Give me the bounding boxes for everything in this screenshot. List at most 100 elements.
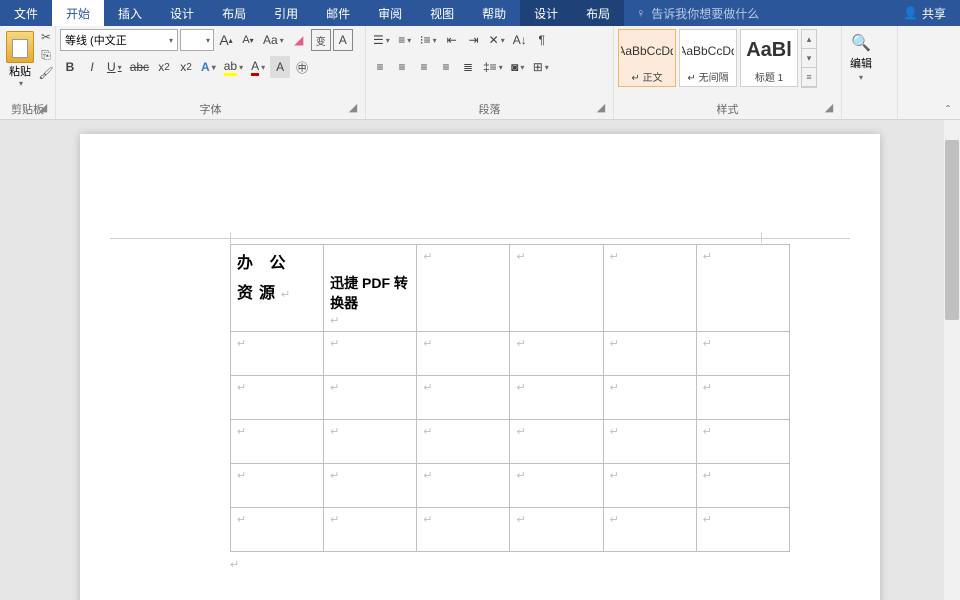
paste-button[interactable]: 粘贴 ▾ <box>4 29 36 90</box>
table-cell[interactable]: ↵ <box>603 245 696 332</box>
collapse-ribbon-button[interactable]: ˆ <box>902 101 956 119</box>
tab-home[interactable]: 开始 <box>52 0 104 26</box>
table-cell[interactable]: ↵ <box>510 464 603 508</box>
table-cell[interactable]: ↵ <box>696 332 789 376</box>
table-cell[interactable]: ↵ <box>417 420 510 464</box>
distributed-button[interactable]: ≣ <box>458 56 478 78</box>
change-case-button[interactable]: Aa▾ <box>260 29 287 51</box>
subscript-button[interactable]: x2 <box>154 56 174 78</box>
tab-design[interactable]: 设计 <box>156 0 208 26</box>
font-color-button[interactable]: A▾ <box>248 56 268 78</box>
table-cell[interactable]: ↵ <box>603 464 696 508</box>
styles-scroll-down[interactable]: ▾ <box>802 49 816 68</box>
table-cell[interactable]: ↵ <box>510 332 603 376</box>
style-normal[interactable]: AaBbCcDd ↵ 正文 <box>618 29 676 87</box>
table-cell[interactable]: ↵ <box>603 376 696 420</box>
table-cell[interactable]: ↵ <box>324 376 417 420</box>
table-cell[interactable]: ↵ <box>231 464 324 508</box>
shading-button[interactable]: ◙▾ <box>508 56 528 78</box>
dialog-launcher-icon[interactable]: ◢ <box>347 101 359 113</box>
tab-table-design[interactable]: 设计 <box>520 0 572 26</box>
decrease-indent-button[interactable]: ⇤ <box>442 29 462 51</box>
multilevel-list-button[interactable]: ⁝≡▾ <box>417 29 440 51</box>
text-effects-button[interactable]: A▾ <box>198 56 219 78</box>
italic-button[interactable]: I <box>82 56 102 78</box>
dialog-launcher-icon[interactable]: ◢ <box>595 101 607 113</box>
table-cell[interactable]: ↵ <box>510 508 603 552</box>
dialog-launcher-icon[interactable]: ◢ <box>37 101 49 113</box>
borders-button[interactable]: ⊞▾ <box>530 56 552 78</box>
table-cell[interactable]: ↵ <box>231 376 324 420</box>
table-cell[interactable]: ↵ <box>417 245 510 332</box>
line-spacing-button[interactable]: ‡≡▾ <box>480 56 506 78</box>
tell-me-search[interactable]: ♀ 告诉我你想要做什么 <box>624 0 889 26</box>
document-area[interactable]: 办 公 资源↵ 迅捷 PDF 转换器↵ ↵ ↵ ↵ ↵ ↵ ↵ ↵ ↵ ↵ ↵ … <box>0 120 960 600</box>
vertical-scrollbar[interactable] <box>944 120 960 600</box>
show-paragraph-marks-button[interactable]: ¶ <box>532 29 552 51</box>
style-no-spacing[interactable]: AaBbCcDd ↵ 无间隔 <box>679 29 737 87</box>
find-button[interactable]: 🔍 编辑 ▾ <box>846 29 876 86</box>
asian-layout-button[interactable]: ✕▾ <box>486 29 508 51</box>
style-heading-1[interactable]: AaBl 标题 1 <box>740 29 798 87</box>
bullets-button[interactable]: ☰▾ <box>370 29 393 51</box>
dialog-launcher-icon[interactable]: ◢ <box>823 101 835 113</box>
align-right-button[interactable]: ≡ <box>414 56 434 78</box>
table-cell[interactable]: 迅捷 PDF 转换器↵ <box>324 245 417 332</box>
styles-scroll-up[interactable]: ▴ <box>802 30 816 49</box>
table-cell[interactable]: ↵ <box>417 332 510 376</box>
table-cell[interactable]: ↵ <box>231 332 324 376</box>
table-cell[interactable]: ↵ <box>417 508 510 552</box>
tab-layout[interactable]: 布局 <box>208 0 260 26</box>
character-border-button[interactable]: A <box>333 29 353 51</box>
document-table[interactable]: 办 公 资源↵ 迅捷 PDF 转换器↵ ↵ ↵ ↵ ↵ ↵ ↵ ↵ ↵ ↵ ↵ … <box>230 244 790 552</box>
share-button[interactable]: 👤 共享 <box>889 0 960 26</box>
tab-mailings[interactable]: 邮件 <box>312 0 364 26</box>
tab-insert[interactable]: 插入 <box>104 0 156 26</box>
clear-formatting-button[interactable]: ◢ <box>289 29 309 51</box>
table-cell[interactable]: ↵ <box>417 376 510 420</box>
copy-button[interactable]: ⎘ <box>38 47 54 63</box>
grow-font-button[interactable]: A▴ <box>216 29 236 51</box>
table-cell[interactable]: ↵ <box>696 420 789 464</box>
styles-expand[interactable]: ≡ <box>802 68 816 87</box>
table-cell[interactable]: ↵ <box>231 508 324 552</box>
table-cell[interactable]: ↵ <box>417 464 510 508</box>
table-cell[interactable]: ↵ <box>510 376 603 420</box>
table-cell[interactable]: ↵ <box>231 420 324 464</box>
justify-button[interactable]: ≡ <box>436 56 456 78</box>
phonetic-guide-button[interactable]: 变 <box>311 29 331 51</box>
tab-file[interactable]: 文件 <box>0 0 52 26</box>
character-shading-button[interactable]: A <box>270 56 290 78</box>
cut-button[interactable]: ✂ <box>38 29 54 45</box>
tab-review[interactable]: 审阅 <box>364 0 416 26</box>
paragraph-after-table[interactable]: ↵ <box>230 552 830 571</box>
tab-references[interactable]: 引用 <box>260 0 312 26</box>
table-cell[interactable]: ↵ <box>696 376 789 420</box>
tab-view[interactable]: 视图 <box>416 0 468 26</box>
align-center-button[interactable]: ≡ <box>392 56 412 78</box>
table-cell[interactable]: ↵ <box>324 464 417 508</box>
bold-button[interactable]: B <box>60 56 80 78</box>
sort-button[interactable]: A↓ <box>510 29 530 51</box>
table-cell[interactable]: ↵ <box>324 420 417 464</box>
table-cell[interactable]: ↵ <box>324 508 417 552</box>
table-cell[interactable]: ↵ <box>603 332 696 376</box>
underline-button[interactable]: U▾ <box>104 56 125 78</box>
table-cell[interactable]: ↵ <box>603 420 696 464</box>
numbering-button[interactable]: ≡▾ <box>395 29 415 51</box>
table-cell[interactable]: 办 公 资源↵ <box>231 245 324 332</box>
table-cell[interactable]: ↵ <box>324 332 417 376</box>
superscript-button[interactable]: x2 <box>176 56 196 78</box>
table-cell[interactable]: ↵ <box>696 508 789 552</box>
increase-indent-button[interactable]: ⇥ <box>464 29 484 51</box>
scrollbar-thumb[interactable] <box>945 140 959 320</box>
align-left-button[interactable]: ≡ <box>370 56 390 78</box>
highlight-button[interactable]: ab▾ <box>221 56 246 78</box>
strikethrough-button[interactable]: abc <box>127 56 152 78</box>
tab-table-layout[interactable]: 布局 <box>572 0 624 26</box>
table-cell[interactable]: ↵ <box>510 245 603 332</box>
tab-help[interactable]: 帮助 <box>468 0 520 26</box>
table-cell[interactable]: ↵ <box>696 464 789 508</box>
enclose-characters-button[interactable]: ㊥ <box>292 56 312 78</box>
font-size-dropdown[interactable]: ▾ <box>180 29 214 51</box>
